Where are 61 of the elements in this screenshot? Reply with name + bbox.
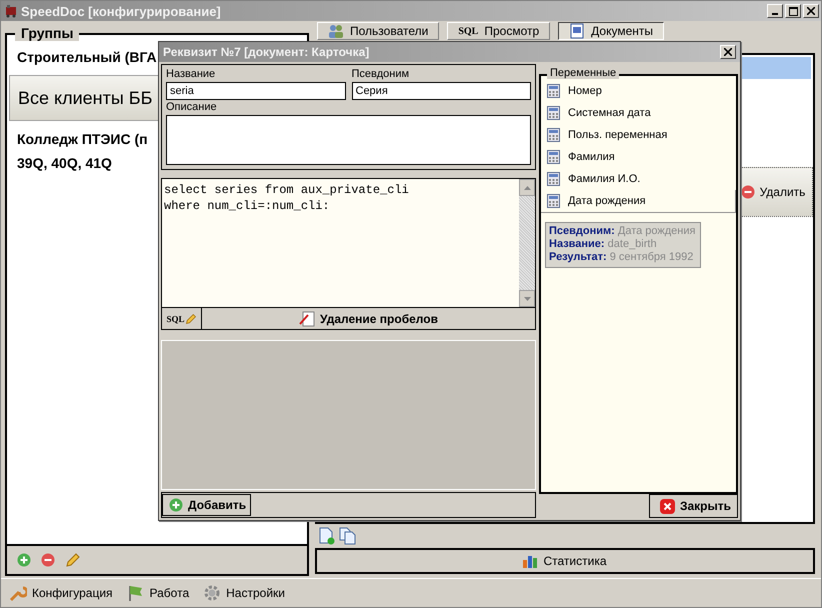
variable-item[interactable]: Фамилия И.О. (541, 168, 736, 190)
close-button[interactable] (803, 4, 819, 18)
close-icon (724, 48, 732, 56)
scrollbar[interactable] (519, 179, 535, 307)
variable-item[interactable]: Польз. переменная (541, 124, 736, 146)
variables-title: Переменные (547, 67, 620, 79)
tab[interactable]: Документы (558, 22, 664, 40)
variable-item[interactable]: Фамилия (541, 146, 736, 168)
tooltip-line: Название: date_birth (549, 238, 658, 251)
users-icon (328, 23, 344, 39)
flag-icon (126, 584, 145, 602)
remove-icon (740, 185, 755, 199)
sql-editor[interactable]: select series from aux_private_cli where num_cli=:num_cli: (162, 179, 519, 307)
mode-tab[interactable]: Настройки (203, 584, 285, 602)
add-icon[interactable] (17, 553, 31, 567)
calculator-icon (547, 150, 560, 164)
close-dialog-button[interactable]: Закрыть (648, 494, 738, 518)
bar-chart-icon (523, 554, 538, 568)
maximize-icon (788, 6, 798, 16)
copy-documents-icon[interactable] (339, 527, 357, 545)
scroll-down-icon[interactable] (524, 296, 530, 300)
variable-item[interactable]: Системная дата (541, 102, 736, 124)
calculator-icon (547, 84, 560, 98)
tooltip-line: Результат: 9 сентября 1992 (549, 251, 694, 264)
variable-item[interactable]: Дата рождения (541, 190, 736, 213)
field-label: Псевдоним (352, 67, 410, 82)
pencil-icon (184, 312, 196, 324)
groups-title: Группы (15, 25, 80, 41)
statistics-button[interactable]: Статистика (315, 548, 815, 574)
close-icon (660, 498, 675, 514)
remove-icon[interactable] (41, 553, 55, 567)
alias-field[interactable]: Серия (352, 82, 531, 100)
tooltip-line: Псевдоним: Дата рождения (549, 225, 696, 238)
app-icon (4, 4, 18, 18)
add-icon (169, 498, 183, 512)
calculator-icon (547, 194, 560, 208)
gear-icon (203, 584, 222, 602)
mode-tab[interactable]: Работа (126, 584, 190, 602)
close-button[interactable] (720, 45, 736, 59)
mode-tab[interactable]: Конфигурация (9, 584, 113, 602)
minimize-button[interactable] (767, 4, 783, 18)
maximize-button[interactable] (785, 4, 801, 18)
document-icon (569, 23, 586, 39)
new-document-icon[interactable] (319, 527, 335, 545)
window-title: SpeedDoc [конфигурирование] (21, 4, 222, 18)
calculator-icon (547, 128, 560, 142)
sql-icon: SQL (458, 26, 478, 36)
name-field[interactable]: seria (166, 82, 346, 100)
wrench-icon (9, 584, 27, 602)
variable-item[interactable]: Номер (541, 80, 736, 102)
dialog-title: Реквизит №7 [документ: Карточка] (163, 45, 370, 59)
close-icon (807, 7, 815, 15)
calculator-icon (547, 172, 560, 186)
scroll-up-icon[interactable] (524, 186, 530, 190)
tab[interactable]: SQL Просмотр (447, 22, 550, 40)
add-button[interactable]: Добавить (162, 494, 252, 516)
pencil-icon[interactable] (65, 552, 81, 568)
calculator-icon (547, 106, 560, 120)
field-label: Описание (166, 100, 218, 115)
description-field[interactable] (166, 115, 531, 165)
tab[interactable]: Пользователи (317, 22, 440, 40)
